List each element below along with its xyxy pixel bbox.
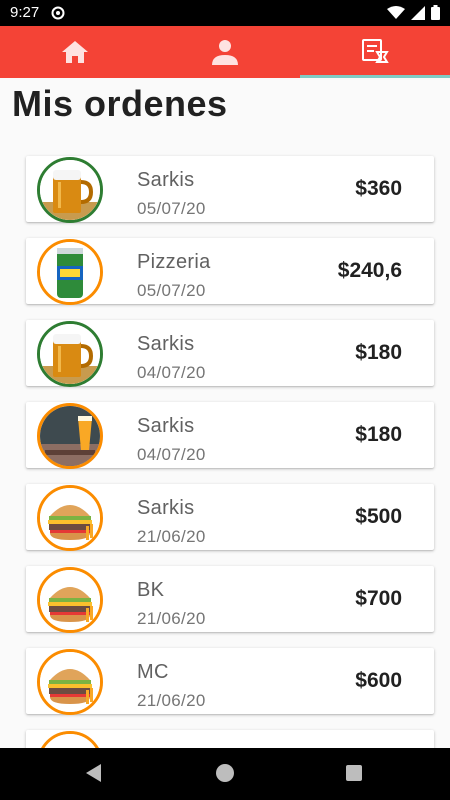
order-card[interactable]: Pizzeria 05/07/20 $240,6	[26, 238, 434, 305]
order-date: 05/07/20	[137, 281, 206, 300]
order-image	[37, 239, 103, 305]
order-price: $240,6	[337, 259, 402, 282]
home-icon	[62, 41, 88, 63]
order-card[interactable]: BK 21/06/20 $700	[26, 566, 434, 633]
person-icon	[212, 40, 238, 65]
order-store-name: MC	[137, 661, 169, 683]
order-date: 04/07/20	[137, 363, 206, 382]
tab-orders[interactable]	[300, 26, 450, 78]
tab-home[interactable]	[0, 26, 150, 78]
order-card[interactable]: Sarkis 04/07/20 $180	[26, 402, 434, 469]
recents-icon[interactable]	[346, 765, 362, 781]
back-icon[interactable]	[86, 764, 101, 782]
order-image	[37, 403, 103, 469]
order-image	[37, 157, 103, 223]
order-image	[37, 567, 103, 633]
order-date: 21/06/20	[137, 527, 206, 546]
page-title: Mis ordenes	[12, 83, 228, 124]
order-card[interactable]: MC 21/06/20 $600	[26, 648, 434, 715]
order-price: $180	[355, 423, 402, 446]
order-card[interactable]: Sarkis 21/06/20 $500	[26, 484, 434, 551]
order-price: $180	[355, 341, 402, 364]
order-price: $700	[355, 587, 402, 610]
order-store-name: Sarkis	[137, 169, 195, 191]
order-store-name: Sarkis	[137, 333, 195, 355]
system-nav-bar	[0, 748, 450, 800]
order-date: 21/06/20	[137, 609, 206, 628]
order-store-name: Sarkis	[137, 497, 195, 519]
orders-list: Sarkis 05/07/20 $360 Pizzeria 05/07/20 $240,6…	[26, 156, 434, 800]
notification-app-icon	[51, 6, 65, 20]
order-date: 05/07/20	[137, 199, 206, 218]
tab-bar	[0, 26, 450, 78]
signal-icon	[411, 5, 425, 20]
order-card[interactable]: Sarkis 05/07/20 $360	[26, 156, 434, 223]
order-image	[37, 485, 103, 551]
order-store-name: BK	[137, 579, 165, 601]
order-price: $500	[355, 505, 402, 528]
order-date: 04/07/20	[137, 445, 206, 464]
order-card[interactable]: Sarkis 04/07/20 $180	[26, 320, 434, 387]
order-history-icon	[362, 39, 389, 63]
order-date: 21/06/20	[137, 691, 206, 710]
order-store-name: Sarkis	[137, 415, 195, 437]
status-time: 9:27	[10, 4, 40, 21]
order-price: $360	[355, 177, 402, 200]
wifi-icon	[387, 5, 405, 19]
order-image	[37, 649, 103, 715]
order-image	[37, 321, 103, 387]
battery-icon	[431, 5, 440, 20]
active-tab-indicator	[300, 75, 450, 78]
tab-profile[interactable]	[150, 26, 300, 78]
status-bar: 9:27	[0, 0, 450, 26]
home-circle-icon[interactable]	[216, 764, 234, 782]
order-store-name: Pizzeria	[137, 251, 211, 273]
order-price: $600	[355, 669, 402, 692]
